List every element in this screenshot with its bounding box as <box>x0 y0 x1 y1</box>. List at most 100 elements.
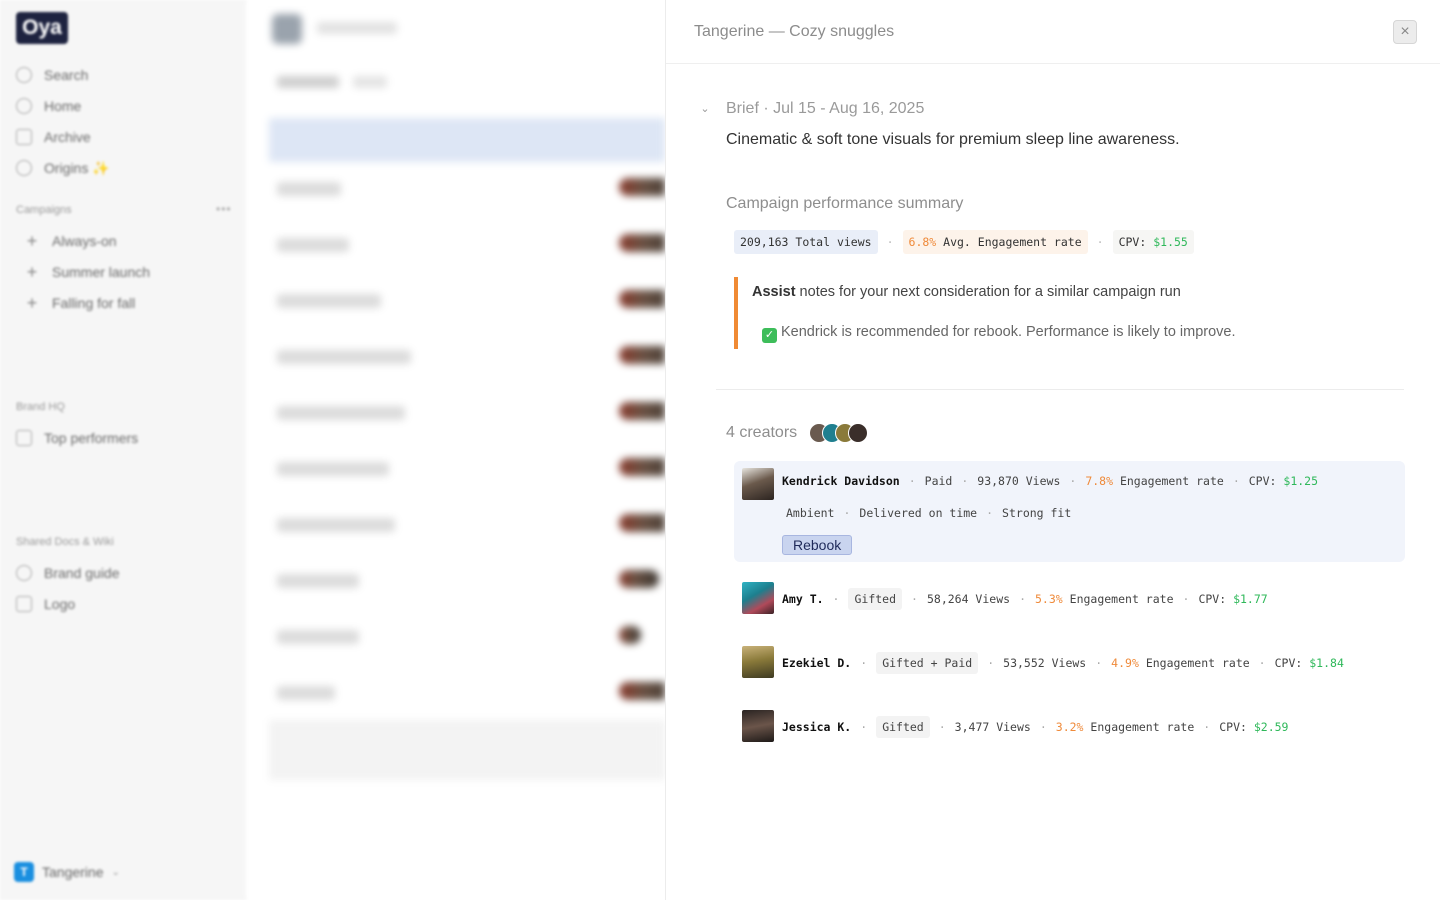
creator-stats: Jessica K. · Gifted · 3,477 Views · 3.2%… <box>782 716 1288 738</box>
creator-engagement: 3.2% <box>1055 720 1084 734</box>
sidebar-item-falling-for-fall[interactable]: + Falling for fall <box>24 293 136 313</box>
creator-cpv: $1.84 <box>1309 656 1344 670</box>
creator-row-jessica[interactable]: Jessica K. · Gifted · 3,477 Views · 3.2%… <box>734 710 1405 744</box>
brief-description: Cinematic & soft tone visuals for premiu… <box>726 131 1180 148</box>
creator-engagement-label: Engagement rate <box>1069 592 1174 606</box>
tab-placeholder <box>353 76 387 88</box>
creator-row-kendrick[interactable]: Kendrick Davidson · Paid · 93,870 Views … <box>734 461 1405 562</box>
workspace-badge: T <box>14 862 34 882</box>
nav-item-search[interactable]: Search <box>16 65 88 85</box>
avatar-stack <box>619 458 665 476</box>
avatar-stack <box>619 234 665 252</box>
archive-icon <box>16 129 32 145</box>
brand-hq-section-label: Brand HQ <box>16 401 65 413</box>
nav-item-origins[interactable]: Origins ✨ <box>16 158 110 178</box>
sidebar-item-top-performers[interactable]: Top performers <box>16 428 138 448</box>
creator-views: 58,264 Views <box>926 592 1011 606</box>
creator-engagement-label: Engagement rate <box>1090 720 1195 734</box>
chevron-down-icon: ⌄ <box>700 103 710 115</box>
close-button[interactable]: × <box>1393 20 1417 44</box>
avatar-stack <box>619 290 665 308</box>
check-icon: ✓ <box>762 328 777 343</box>
sidebar-item-summer-launch[interactable]: + Summer launch <box>24 262 150 282</box>
campaigns-section-label: Campaigns <box>16 204 72 216</box>
nav-item-label: Logo <box>44 596 76 612</box>
cpv-pill: CPV: $1.55 <box>1112 230 1194 254</box>
avatar-stack <box>619 682 665 700</box>
avatar <box>742 468 774 500</box>
creator-type: Gifted <box>848 588 903 610</box>
home-icon <box>16 98 32 114</box>
avatar-stack <box>619 626 641 644</box>
brief-toggle[interactable]: ⌄ Brief · Jul 15 - Aug 16, 2025 <box>698 100 924 118</box>
creator-type: Gifted + Paid <box>876 652 979 674</box>
creator-cpv: $2.59 <box>1253 720 1289 734</box>
assist-heading: Assist notes for your next consideration… <box>752 284 1181 300</box>
avatar-stack <box>619 178 665 196</box>
nav-item-label: Always-on <box>52 233 117 249</box>
sidebar-item-brand-guide[interactable]: Brand guide <box>16 563 120 583</box>
engagement-pill: 6.8% Avg. Engagement rate <box>902 230 1088 254</box>
brief-label: Brief · Jul 15 - Aug 16, 2025 <box>726 100 925 117</box>
nav-item-label: Archive <box>44 129 91 145</box>
nav-item-label: Brand guide <box>44 565 120 581</box>
table-row <box>277 406 405 420</box>
creator-engagement: 4.9% <box>1111 656 1139 670</box>
creator-name: Amy T. <box>782 592 824 606</box>
creator-stats: Ezekiel D. · Gifted + Paid · 53,552 View… <box>782 652 1344 674</box>
nav-item-label: Falling for fall <box>52 295 136 311</box>
creator-cpv: $1.25 <box>1283 474 1319 488</box>
sidebar: Oya Search Home Archive Origins ✨ Campai… <box>0 0 247 900</box>
nav-item-home[interactable]: Home <box>16 96 81 116</box>
creator-engagement-label: Engagement rate <box>1119 474 1224 488</box>
book-icon <box>16 565 32 581</box>
creators-count: 4 creators <box>726 424 798 441</box>
close-icon: × <box>1400 23 1410 40</box>
panel-header: Tangerine — Cozy snuggles × <box>666 0 1440 64</box>
total-views-pill: 209,163 Total views <box>734 230 878 254</box>
table-row <box>277 238 349 252</box>
search-icon <box>16 67 32 83</box>
creator-row-amy[interactable]: Amy T. · Gifted · 58,264 Views · 5.3% En… <box>734 582 1405 616</box>
cpv-value: $1.55 <box>1153 235 1188 249</box>
table-row <box>277 182 341 196</box>
workspace-name: Tangerine <box>42 864 104 880</box>
table-row <box>277 350 411 364</box>
avatar <box>742 582 774 614</box>
creator-views: 3,477 Views <box>954 720 1031 734</box>
performance-summary-title: Campaign performance summary <box>726 195 964 212</box>
creator-engagement: 7.8% <box>1085 474 1114 488</box>
creator-avatar-stack <box>809 423 869 443</box>
sidebar-item-always-on[interactable]: + Always-on <box>24 231 117 251</box>
nav-item-label: Summer launch <box>52 264 151 280</box>
plus-icon: + <box>26 231 38 251</box>
assist-bold: Assist <box>752 284 796 300</box>
avatar <box>742 646 774 678</box>
assist-recommendation: ✓ Kendrick is recommended for rebook. Per… <box>762 324 1236 343</box>
avatar-stack <box>619 514 665 532</box>
avatar-stack <box>619 402 665 420</box>
campaign-detail-panel: Tangerine — Cozy snuggles × ⌄ Brief · Ju… <box>665 0 1440 900</box>
creator-views: 93,870 Views <box>977 474 1061 488</box>
recommendation-text: Kendrick is recommended for rebook. Perf… <box>781 324 1236 340</box>
rebook-button[interactable]: Rebook <box>782 535 853 555</box>
nav-item-archive[interactable]: Archive <box>16 127 91 147</box>
creator-cpv: $1.77 <box>1233 592 1268 606</box>
workspace-switcher[interactable]: T Tangerine ⌄ <box>14 862 120 882</box>
creator-type: Paid <box>924 474 953 488</box>
avatar-stack <box>619 346 665 364</box>
nav-item-label: Top performers <box>44 430 139 446</box>
creator-cpv-label: CPV: <box>1248 474 1277 488</box>
creator-tag: Ambient <box>786 506 835 520</box>
assist-text: notes for your next consideration for a … <box>795 284 1181 300</box>
campaign-table-backdrop <box>247 0 665 900</box>
more-icon[interactable]: ••• <box>216 202 232 216</box>
app-logo[interactable]: Oya <box>16 12 68 44</box>
engagement-value: 6.8% <box>908 235 937 249</box>
performance-metrics: 209,163 Total views · 6.8% Avg. Engageme… <box>734 230 1194 254</box>
trophy-icon <box>16 430 32 446</box>
creator-cpv-label: CPV: <box>1219 720 1247 734</box>
sidebar-item-logo[interactable]: Logo <box>16 594 75 614</box>
creator-row-ezekiel[interactable]: Ezekiel D. · Gifted + Paid · 53,552 View… <box>734 646 1405 680</box>
creator-engagement: 5.3% <box>1035 592 1063 606</box>
